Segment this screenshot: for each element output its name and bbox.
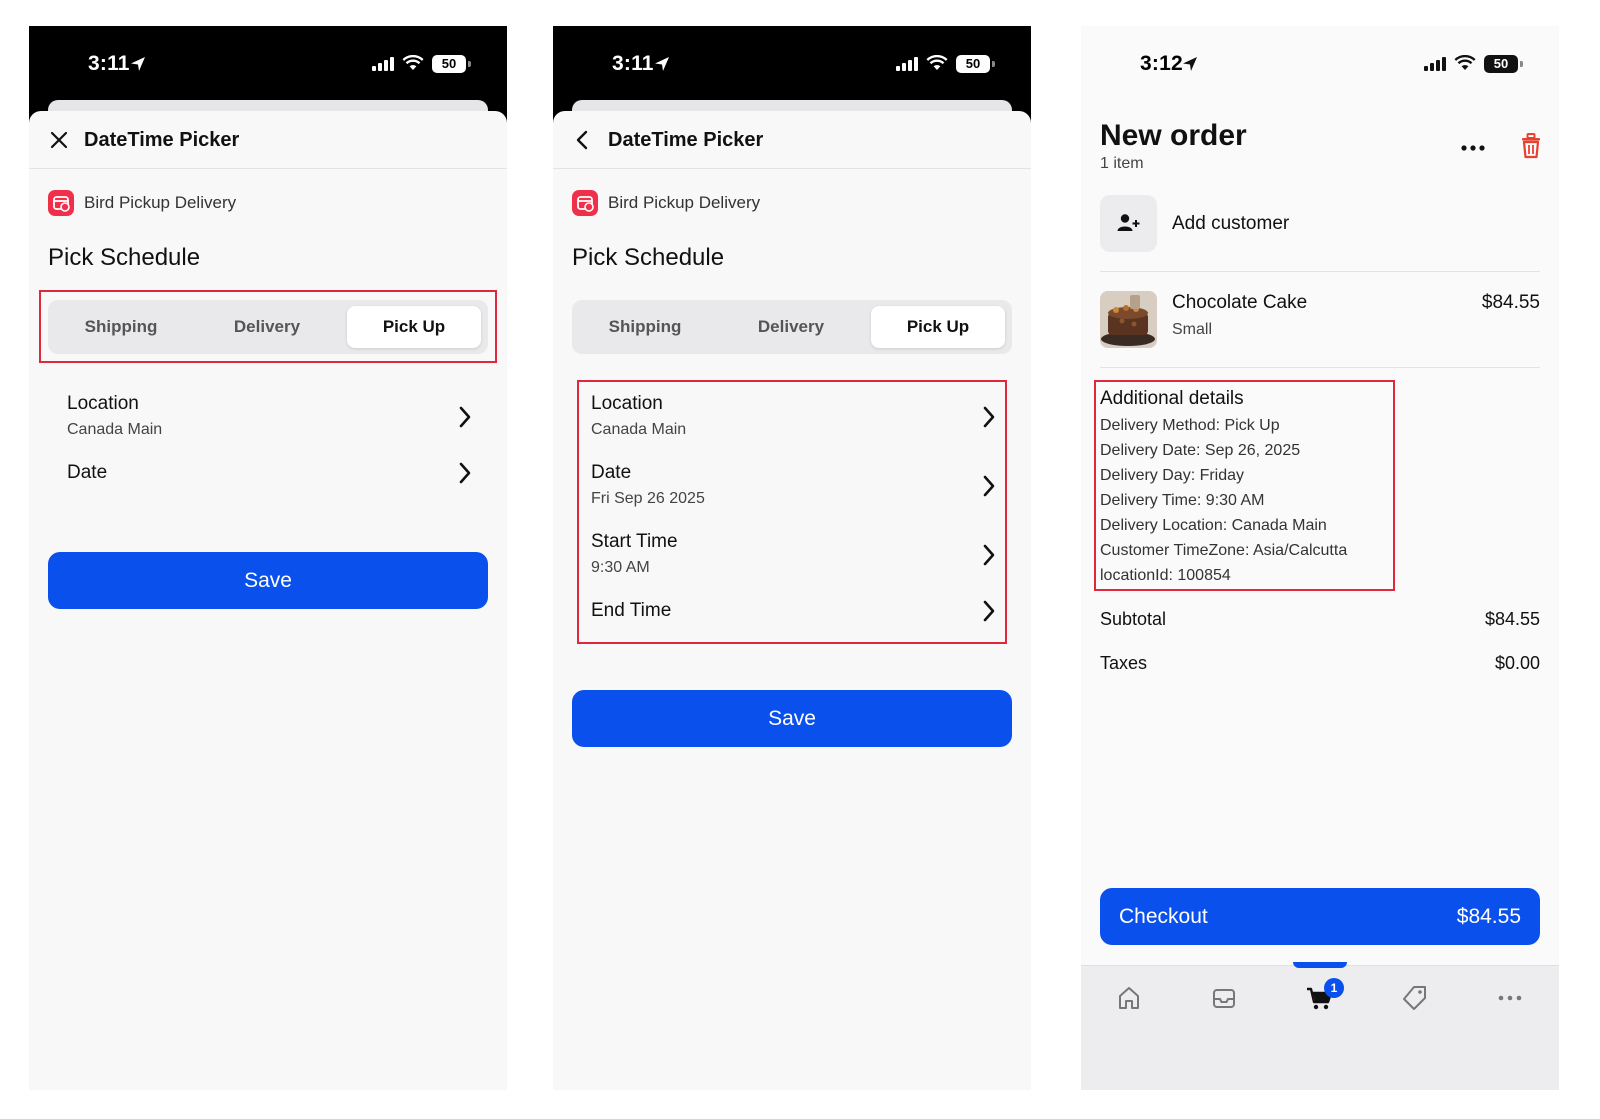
chevron-right-icon: [459, 462, 471, 484]
battery-cap: [1520, 61, 1523, 67]
highlight-box: [1094, 380, 1395, 591]
cellular-signal-icon: [1424, 57, 1446, 71]
screen-datetime-picker-filled: 3:11 50 DateTime Picker Bird Pickup Deli…: [553, 26, 1031, 1090]
location-value: Canada Main: [67, 421, 163, 438]
cake-image: [1100, 291, 1157, 348]
highlight-box: [577, 380, 1007, 644]
status-time: 3:11: [612, 52, 654, 75]
subtotal-label: Subtotal: [1100, 609, 1167, 629]
inbox-icon[interactable]: [1209, 983, 1239, 1013]
wifi-icon: [926, 55, 948, 70]
tab-pick-up[interactable]: Pick Up: [871, 306, 1005, 348]
location-arrow-icon: [131, 57, 145, 71]
checkout-button[interactable]: Checkout $84.55: [1100, 888, 1540, 945]
back-chevron-icon[interactable]: [575, 130, 589, 150]
nav-bar: DateTime Picker: [29, 111, 507, 169]
nav-title: DateTime Picker: [84, 129, 240, 151]
taxes-row: Taxes $0.00: [1100, 653, 1540, 674]
app-name: Bird Pickup Delivery: [84, 193, 237, 212]
active-tab-indicator: [1293, 962, 1347, 968]
date-label: Date: [67, 462, 108, 483]
calendar-clock-icon: [48, 190, 74, 216]
delivery-method-segmented-control: Shipping Delivery Pick Up: [572, 300, 1012, 354]
location-row[interactable]: Location Canada Main: [67, 393, 472, 441]
page-title: New order: [1100, 119, 1247, 152]
highlight-box: [39, 290, 497, 363]
tab-delivery[interactable]: Delivery: [724, 306, 858, 348]
divider: [1100, 367, 1540, 368]
screen-new-order: 3:12 50 New order 1 item Add customer Ch…: [1081, 26, 1559, 1090]
status-time: 3:11: [88, 52, 130, 75]
product-price: $84.55: [1481, 292, 1540, 313]
section-title: Pick Schedule: [48, 244, 201, 271]
chevron-right-icon: [459, 406, 471, 428]
product-variant: Small: [1172, 321, 1213, 338]
product-name: Chocolate Cake: [1172, 292, 1308, 313]
location-arrow-icon: [1183, 57, 1197, 71]
trash-icon[interactable]: [1520, 133, 1542, 159]
checkout-total: $84.55: [1456, 905, 1521, 928]
taxes-value: $0.00: [1494, 653, 1540, 673]
cellular-signal-icon: [372, 57, 394, 71]
battery-cap: [468, 61, 471, 67]
status-time: 3:12: [1140, 52, 1183, 75]
add-user-icon: [1117, 214, 1140, 231]
home-icon[interactable]: [1114, 983, 1144, 1013]
wifi-icon: [1454, 55, 1476, 70]
wifi-icon: [402, 55, 424, 70]
battery-icon: 50: [956, 55, 990, 73]
save-button[interactable]: Save: [572, 690, 1012, 747]
subtotal-row: Subtotal $84.55: [1100, 609, 1540, 630]
add-customer-avatar[interactable]: [1100, 195, 1157, 252]
more-icon[interactable]: [1495, 983, 1525, 1013]
product-thumbnail: [1100, 291, 1157, 348]
battery-cap: [992, 61, 995, 67]
taxes-label: Taxes: [1100, 653, 1148, 673]
location-arrow-icon: [655, 57, 669, 71]
tag-icon[interactable]: [1400, 983, 1430, 1013]
calendar-clock-icon: [572, 190, 598, 216]
add-customer-button[interactable]: Add customer: [1172, 213, 1289, 235]
location-label: Location: [67, 393, 139, 414]
divider: [1100, 271, 1540, 272]
cart-count-badge: 1: [1324, 978, 1344, 998]
close-icon[interactable]: [49, 130, 69, 150]
status-bar: 3:12 50: [1081, 26, 1559, 126]
tab-bar: [1081, 965, 1559, 1090]
checkout-label: Checkout: [1119, 905, 1208, 928]
nav-bar: DateTime Picker: [553, 111, 1031, 169]
date-row[interactable]: Date: [67, 462, 472, 488]
screen-datetime-picker-initial: 3:11 50 DateTime Picker Bird Pickup Deli…: [29, 26, 507, 1090]
nav-title: DateTime Picker: [608, 129, 764, 151]
cellular-signal-icon: [896, 57, 918, 71]
battery-icon: 50: [1484, 55, 1518, 73]
app-name: Bird Pickup Delivery: [608, 193, 761, 212]
section-title: Pick Schedule: [572, 244, 725, 271]
battery-icon: 50: [432, 55, 466, 73]
subtotal-value: $84.55: [1484, 609, 1540, 629]
tab-shipping[interactable]: Shipping: [578, 306, 712, 348]
more-options-icon[interactable]: [1460, 144, 1486, 152]
item-count: 1 item: [1100, 155, 1144, 172]
save-button[interactable]: Save: [48, 552, 488, 609]
picker-sheet: DateTime Picker Bird Pickup Delivery Pic…: [29, 111, 507, 1090]
